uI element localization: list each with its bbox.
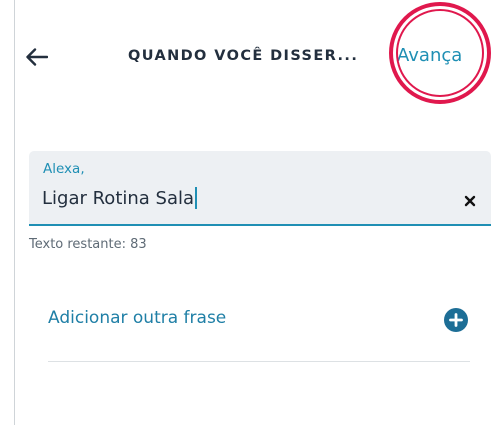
divider: [48, 361, 470, 362]
add-phrase-label: Adicionar outra frase: [48, 308, 227, 328]
back-button[interactable]: [20, 40, 54, 74]
remaining-characters-text: Texto restante: 83: [29, 237, 147, 252]
field-label: Alexa,: [43, 161, 85, 177]
close-icon: [464, 195, 476, 207]
phrase-input-field[interactable]: Alexa, Ligar Rotina Sala: [29, 151, 491, 226]
phrase-text-input[interactable]: Ligar Rotina Sala: [42, 185, 432, 211]
plus-circle-icon: [444, 308, 468, 332]
clear-button[interactable]: [463, 193, 477, 207]
add-phrase-button[interactable]: Adicionar outra frase: [48, 298, 476, 346]
text-caret: [195, 187, 198, 209]
phrase-text-value: Ligar Rotina Sala: [42, 187, 195, 209]
next-button[interactable]: Avança: [397, 45, 462, 66]
arrow-left-icon: [26, 48, 48, 66]
page-title: QUANDO VOCÊ DISSER...: [128, 48, 359, 64]
